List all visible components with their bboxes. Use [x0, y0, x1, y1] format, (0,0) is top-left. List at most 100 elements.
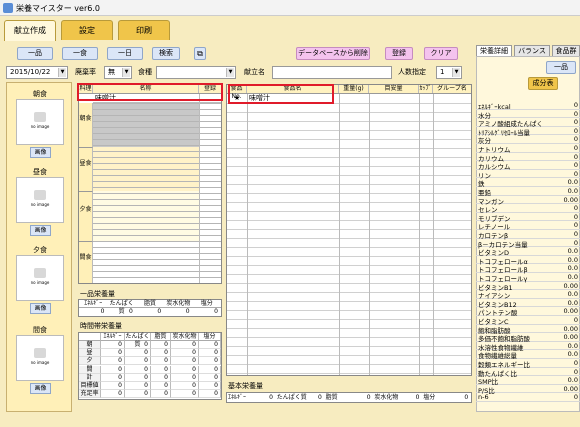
waste-select[interactable]: 無 ▼	[104, 66, 132, 79]
column-header: ｴﾈﾙｷﾞｰ	[84, 300, 103, 307]
basic-nutrition-label: たんぱく質	[276, 394, 307, 401]
grid-row-line	[93, 199, 221, 200]
snack-image[interactable]: no image	[16, 335, 64, 381]
snack-label: 間食	[33, 326, 47, 334]
nutrition-value: 0	[199, 390, 221, 399]
nutrition-value: 0	[151, 365, 171, 374]
nutrition-value: 0	[171, 390, 199, 399]
nutrition-value: 0	[171, 373, 199, 382]
menu-name-input[interactable]	[272, 66, 392, 79]
column-header: 塩分	[199, 333, 221, 341]
nutrition-value: 0	[199, 382, 221, 390]
nutrient-value: 0	[573, 316, 578, 324]
nutrition-value: 0	[171, 365, 199, 374]
grid-row-line	[227, 265, 471, 266]
tab-print[interactable]: 印刷	[118, 20, 170, 40]
nutrition-row: カルシウム 0	[476, 161, 580, 171]
copy-icon[interactable]: ⧉	[194, 47, 206, 60]
nutrient-value: 0.0	[567, 341, 578, 350]
nutrition-row: ﾄﾘｱｼﾙｸﾞﾘｾﾛｰﾙ当量 0	[476, 127, 580, 137]
date-select[interactable]: 2015/10/22 ▼	[6, 66, 68, 79]
nutrient-value: 0.00	[563, 384, 578, 393]
ippin-button[interactable]: 一品	[17, 47, 53, 60]
image-placeholder-icon	[34, 112, 46, 122]
breakfast-image-button[interactable]: 画像	[30, 147, 51, 158]
section-breakfast: 朝食	[79, 103, 93, 147]
isshoku-button[interactable]: 一食	[62, 47, 98, 60]
column-header: 炭水化物	[171, 333, 199, 341]
nutrition-value: 0	[171, 382, 199, 390]
basic-nutrition-label: 炭水化物	[374, 394, 399, 401]
nutrient-value: 0.00	[563, 281, 578, 290]
nutrition-row: ビタミンD 0.0	[476, 247, 580, 257]
nutrient-value: 0	[573, 238, 578, 247]
section-dinner: 夕食	[79, 191, 93, 241]
nutrition-row: カロテンβ 0	[476, 230, 580, 240]
grid-row-line	[93, 217, 221, 218]
nutrition-row: 水分 0	[476, 109, 580, 120]
chevron-down-icon: ▼	[122, 68, 130, 77]
grid-row-line	[93, 181, 221, 182]
column-header: 脂質	[151, 333, 171, 341]
grid-row-line	[93, 139, 221, 140]
component-table-button[interactable]: 成分表	[528, 77, 558, 90]
register-button[interactable]: 登録	[385, 47, 413, 60]
grid-line	[339, 94, 340, 375]
nutrient-value: 0.0	[567, 290, 578, 299]
grid-row-line	[93, 109, 221, 110]
nutrition-value: 0	[199, 341, 221, 349]
nutrient-value: 0.00	[563, 324, 578, 333]
nutrient-value: 0	[573, 212, 578, 221]
nutrition-ippin-button[interactable]: 一品	[546, 61, 576, 74]
tab-settings[interactable]: 設定	[61, 20, 113, 40]
basic-nutrition-value: 0	[366, 394, 371, 401]
search-button[interactable]: 検索	[152, 47, 180, 60]
nutrition-value: 0	[101, 357, 125, 366]
grid-row-line	[227, 184, 471, 185]
nutrition-value: 0	[199, 373, 221, 382]
app-icon	[3, 3, 13, 13]
snack-image-button[interactable]: 画像	[30, 383, 51, 394]
clear-button[interactable]: クリア	[424, 47, 458, 60]
grid-row-line	[227, 112, 471, 113]
tab-nutrition-detail[interactable]: 栄養詳細	[476, 45, 512, 56]
nutrition-row: 穀類エネルギー比 0	[476, 359, 580, 369]
nutrient-value: 0	[573, 109, 578, 118]
row-label: 充足率	[79, 390, 101, 399]
breakfast-label: 朝食	[33, 90, 47, 98]
tab-balance[interactable]: バランス	[514, 45, 550, 56]
grid-row-line	[93, 235, 221, 236]
menu-name-label: 献立名	[244, 68, 265, 76]
grid-line	[369, 94, 370, 375]
grid-row-line	[93, 187, 221, 188]
ichinichi-button[interactable]: 一日	[107, 47, 143, 60]
grid-row-line	[93, 175, 221, 176]
nutrition-value: 0	[125, 365, 151, 374]
nutrient-value: 0	[573, 230, 578, 238]
dinner-image-button[interactable]: 画像	[30, 303, 51, 314]
tab-menu-create[interactable]: 献立作成	[4, 20, 56, 41]
grid-line	[419, 94, 420, 375]
people-select[interactable]: 1 ▼	[436, 66, 462, 79]
nutrition-row: 多価不飽和脂肪酸 0.00	[476, 333, 580, 343]
nutrition-value: 0	[157, 308, 162, 315]
nutrition-value: 0	[101, 365, 125, 374]
nutrition-value: 0	[171, 349, 199, 358]
breakfast-image[interactable]: no image	[16, 99, 64, 145]
nutrition-row: ｴﾈﾙｷﾞｰkcal 0	[476, 101, 580, 111]
nutrient-value: 0	[573, 393, 578, 402]
db-delete-button[interactable]: データベースから削除	[296, 47, 370, 60]
lunch-image-button[interactable]: 画像	[30, 225, 51, 236]
grid-row-line	[93, 253, 221, 254]
basic-nutrition-label: 塩分	[423, 394, 436, 401]
lunch-image[interactable]: no image	[16, 177, 64, 223]
tab-food-group[interactable]: 食品群	[552, 45, 580, 56]
row-label: 昼	[79, 349, 101, 358]
highlight-menu-item	[77, 83, 223, 101]
title-bar: 栄養マイスター ver6.0	[0, 0, 580, 16]
grid-row-line	[93, 265, 221, 266]
grid-row-line	[93, 157, 221, 158]
row-label: 目標値	[79, 382, 101, 390]
meal-type-select[interactable]: ▼	[156, 66, 236, 79]
dinner-image[interactable]: no image	[16, 255, 64, 301]
